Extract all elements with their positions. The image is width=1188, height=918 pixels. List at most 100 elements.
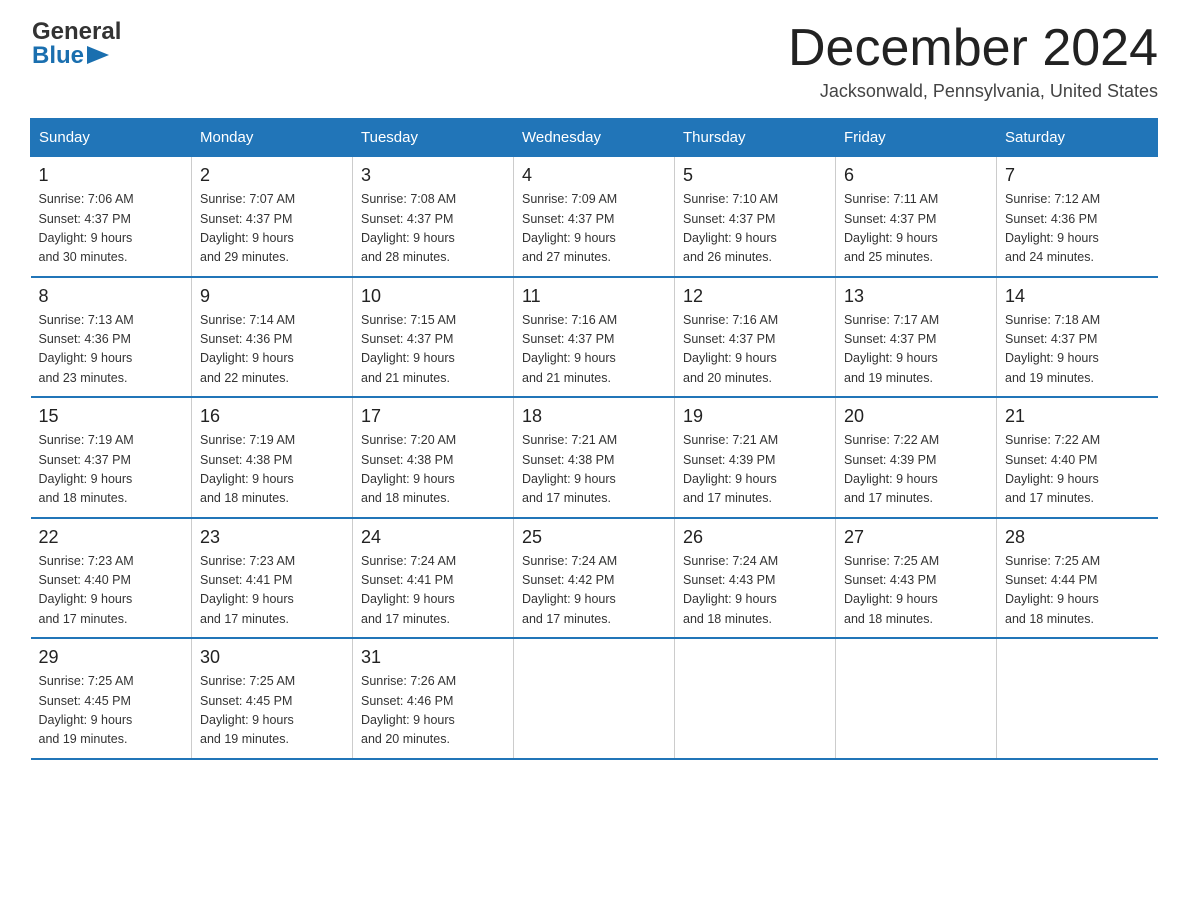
day-number: 21 <box>1005 406 1150 427</box>
calendar-week-1: 1 Sunrise: 7:06 AM Sunset: 4:37 PM Dayli… <box>31 157 1158 277</box>
day-number: 4 <box>522 165 666 186</box>
calendar-cell: 4 Sunrise: 7:09 AM Sunset: 4:37 PM Dayli… <box>514 157 675 277</box>
day-number: 24 <box>361 527 505 548</box>
day-number: 20 <box>844 406 988 427</box>
page-header: General Blue December 2024 Jacksonwald, … <box>30 20 1158 102</box>
header-saturday: Saturday <box>997 119 1158 157</box>
day-number: 17 <box>361 406 505 427</box>
day-number: 14 <box>1005 286 1150 307</box>
day-number: 29 <box>39 647 184 668</box>
calendar-cell: 8 Sunrise: 7:13 AM Sunset: 4:36 PM Dayli… <box>31 277 192 398</box>
day-number: 11 <box>522 286 666 307</box>
calendar-cell: 15 Sunrise: 7:19 AM Sunset: 4:37 PM Dayl… <box>31 397 192 518</box>
day-number: 12 <box>683 286 827 307</box>
calendar-header: Sunday Monday Tuesday Wednesday Thursday… <box>31 119 1158 157</box>
day-info: Sunrise: 7:08 AM Sunset: 4:37 PM Dayligh… <box>361 190 505 268</box>
day-number: 7 <box>1005 165 1150 186</box>
day-info: Sunrise: 7:19 AM Sunset: 4:37 PM Dayligh… <box>39 431 184 509</box>
day-info: Sunrise: 7:11 AM Sunset: 4:37 PM Dayligh… <box>844 190 988 268</box>
calendar-cell: 26 Sunrise: 7:24 AM Sunset: 4:43 PM Dayl… <box>675 518 836 639</box>
calendar-cell: 19 Sunrise: 7:21 AM Sunset: 4:39 PM Dayl… <box>675 397 836 518</box>
calendar-cell: 28 Sunrise: 7:25 AM Sunset: 4:44 PM Dayl… <box>997 518 1158 639</box>
logo-name: General Blue <box>32 20 121 68</box>
day-number: 16 <box>200 406 344 427</box>
calendar-cell: 25 Sunrise: 7:24 AM Sunset: 4:42 PM Dayl… <box>514 518 675 639</box>
calendar-cell <box>514 638 675 759</box>
day-number: 18 <box>522 406 666 427</box>
day-info: Sunrise: 7:25 AM Sunset: 4:45 PM Dayligh… <box>200 672 344 750</box>
calendar-cell: 31 Sunrise: 7:26 AM Sunset: 4:46 PM Dayl… <box>353 638 514 759</box>
day-info: Sunrise: 7:20 AM Sunset: 4:38 PM Dayligh… <box>361 431 505 509</box>
calendar-week-5: 29 Sunrise: 7:25 AM Sunset: 4:45 PM Dayl… <box>31 638 1158 759</box>
calendar-cell: 18 Sunrise: 7:21 AM Sunset: 4:38 PM Dayl… <box>514 397 675 518</box>
day-info: Sunrise: 7:18 AM Sunset: 4:37 PM Dayligh… <box>1005 311 1150 389</box>
calendar-cell: 11 Sunrise: 7:16 AM Sunset: 4:37 PM Dayl… <box>514 277 675 398</box>
calendar-cell: 27 Sunrise: 7:25 AM Sunset: 4:43 PM Dayl… <box>836 518 997 639</box>
day-info: Sunrise: 7:16 AM Sunset: 4:37 PM Dayligh… <box>522 311 666 389</box>
day-info: Sunrise: 7:22 AM Sunset: 4:40 PM Dayligh… <box>1005 431 1150 509</box>
day-info: Sunrise: 7:06 AM Sunset: 4:37 PM Dayligh… <box>39 190 184 268</box>
month-title: December 2024 <box>788 20 1158 77</box>
calendar-cell: 17 Sunrise: 7:20 AM Sunset: 4:38 PM Dayl… <box>353 397 514 518</box>
calendar-cell: 29 Sunrise: 7:25 AM Sunset: 4:45 PM Dayl… <box>31 638 192 759</box>
calendar-cell: 7 Sunrise: 7:12 AM Sunset: 4:36 PM Dayli… <box>997 157 1158 277</box>
day-info: Sunrise: 7:25 AM Sunset: 4:45 PM Dayligh… <box>39 672 184 750</box>
day-number: 28 <box>1005 527 1150 548</box>
day-info: Sunrise: 7:21 AM Sunset: 4:38 PM Dayligh… <box>522 431 666 509</box>
day-info: Sunrise: 7:21 AM Sunset: 4:39 PM Dayligh… <box>683 431 827 509</box>
day-number: 26 <box>683 527 827 548</box>
day-info: Sunrise: 7:26 AM Sunset: 4:46 PM Dayligh… <box>361 672 505 750</box>
logo-blue-text: Blue <box>32 44 84 68</box>
day-info: Sunrise: 7:24 AM Sunset: 4:42 PM Dayligh… <box>522 552 666 630</box>
day-number: 13 <box>844 286 988 307</box>
logo: General Blue <box>30 20 121 68</box>
location-text: Jacksonwald, Pennsylvania, United States <box>788 81 1158 102</box>
day-info: Sunrise: 7:17 AM Sunset: 4:37 PM Dayligh… <box>844 311 988 389</box>
day-number: 25 <box>522 527 666 548</box>
day-number: 31 <box>361 647 505 668</box>
day-number: 9 <box>200 286 344 307</box>
calendar-cell: 22 Sunrise: 7:23 AM Sunset: 4:40 PM Dayl… <box>31 518 192 639</box>
day-info: Sunrise: 7:14 AM Sunset: 4:36 PM Dayligh… <box>200 311 344 389</box>
header-sunday: Sunday <box>31 119 192 157</box>
day-info: Sunrise: 7:25 AM Sunset: 4:44 PM Dayligh… <box>1005 552 1150 630</box>
day-number: 2 <box>200 165 344 186</box>
calendar-cell: 12 Sunrise: 7:16 AM Sunset: 4:37 PM Dayl… <box>675 277 836 398</box>
day-info: Sunrise: 7:15 AM Sunset: 4:37 PM Dayligh… <box>361 311 505 389</box>
day-info: Sunrise: 7:22 AM Sunset: 4:39 PM Dayligh… <box>844 431 988 509</box>
calendar-body: 1 Sunrise: 7:06 AM Sunset: 4:37 PM Dayli… <box>31 157 1158 759</box>
day-number: 10 <box>361 286 505 307</box>
header-thursday: Thursday <box>675 119 836 157</box>
header-friday: Friday <box>836 119 997 157</box>
calendar-cell: 20 Sunrise: 7:22 AM Sunset: 4:39 PM Dayl… <box>836 397 997 518</box>
calendar-cell: 9 Sunrise: 7:14 AM Sunset: 4:36 PM Dayli… <box>192 277 353 398</box>
calendar-week-3: 15 Sunrise: 7:19 AM Sunset: 4:37 PM Dayl… <box>31 397 1158 518</box>
calendar-cell: 30 Sunrise: 7:25 AM Sunset: 4:45 PM Dayl… <box>192 638 353 759</box>
day-info: Sunrise: 7:25 AM Sunset: 4:43 PM Dayligh… <box>844 552 988 630</box>
day-info: Sunrise: 7:23 AM Sunset: 4:40 PM Dayligh… <box>39 552 184 630</box>
calendar-week-2: 8 Sunrise: 7:13 AM Sunset: 4:36 PM Dayli… <box>31 277 1158 398</box>
calendar-cell: 23 Sunrise: 7:23 AM Sunset: 4:41 PM Dayl… <box>192 518 353 639</box>
day-number: 30 <box>200 647 344 668</box>
header-tuesday: Tuesday <box>353 119 514 157</box>
day-info: Sunrise: 7:16 AM Sunset: 4:37 PM Dayligh… <box>683 311 827 389</box>
day-number: 1 <box>39 165 184 186</box>
day-number: 19 <box>683 406 827 427</box>
day-number: 5 <box>683 165 827 186</box>
calendar-cell: 6 Sunrise: 7:11 AM Sunset: 4:37 PM Dayli… <box>836 157 997 277</box>
day-info: Sunrise: 7:24 AM Sunset: 4:43 PM Dayligh… <box>683 552 827 630</box>
day-info: Sunrise: 7:10 AM Sunset: 4:37 PM Dayligh… <box>683 190 827 268</box>
calendar-cell: 21 Sunrise: 7:22 AM Sunset: 4:40 PM Dayl… <box>997 397 1158 518</box>
calendar-cell: 24 Sunrise: 7:24 AM Sunset: 4:41 PM Dayl… <box>353 518 514 639</box>
calendar-cell <box>675 638 836 759</box>
calendar-cell: 14 Sunrise: 7:18 AM Sunset: 4:37 PM Dayl… <box>997 277 1158 398</box>
day-info: Sunrise: 7:12 AM Sunset: 4:36 PM Dayligh… <box>1005 190 1150 268</box>
day-info: Sunrise: 7:24 AM Sunset: 4:41 PM Dayligh… <box>361 552 505 630</box>
day-info: Sunrise: 7:13 AM Sunset: 4:36 PM Dayligh… <box>39 311 184 389</box>
day-info: Sunrise: 7:19 AM Sunset: 4:38 PM Dayligh… <box>200 431 344 509</box>
calendar-cell: 10 Sunrise: 7:15 AM Sunset: 4:37 PM Dayl… <box>353 277 514 398</box>
calendar-cell <box>997 638 1158 759</box>
calendar-week-4: 22 Sunrise: 7:23 AM Sunset: 4:40 PM Dayl… <box>31 518 1158 639</box>
calendar-cell: 5 Sunrise: 7:10 AM Sunset: 4:37 PM Dayli… <box>675 157 836 277</box>
day-number: 23 <box>200 527 344 548</box>
